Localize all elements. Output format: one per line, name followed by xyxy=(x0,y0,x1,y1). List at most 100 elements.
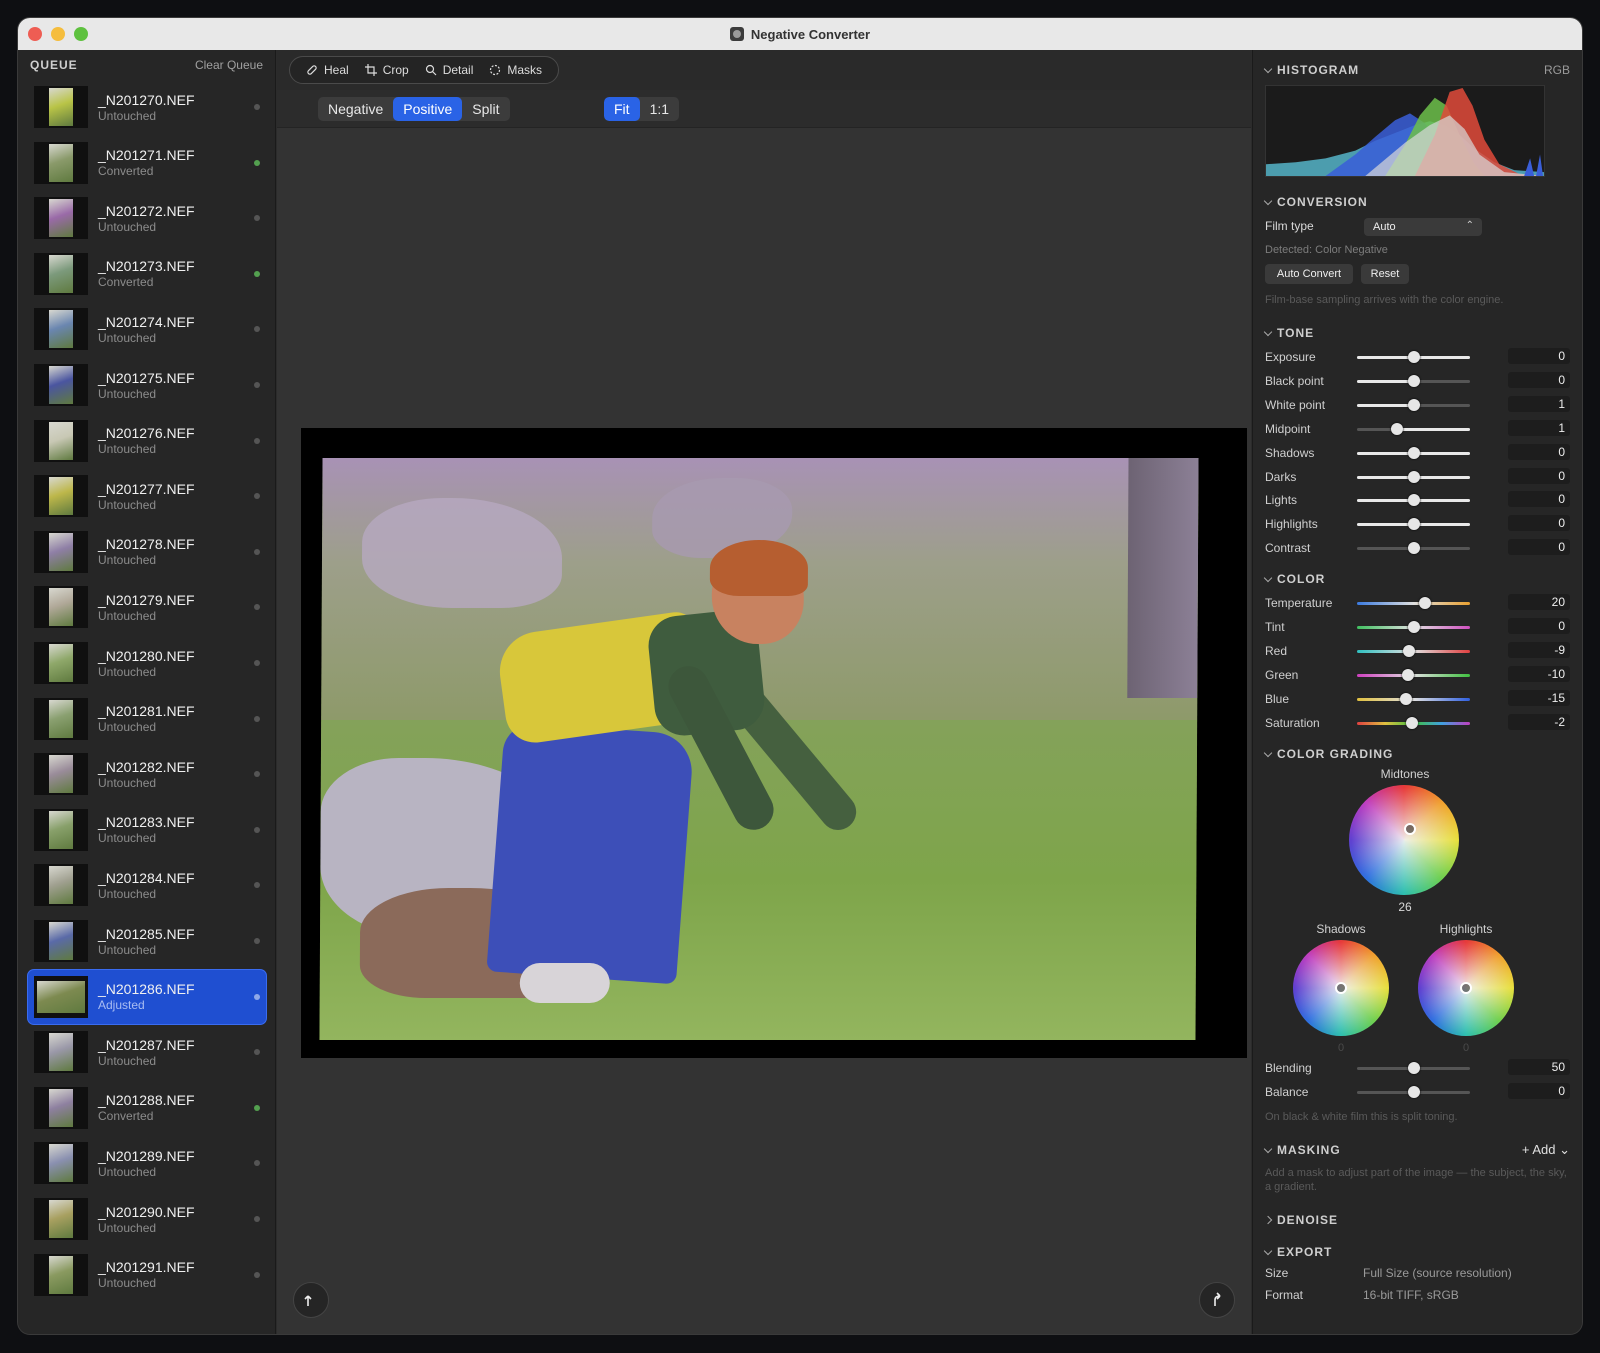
queue-item[interactable]: _N201288.NEF Converted xyxy=(28,1081,266,1135)
queue-item[interactable]: _N201285.NEF Untouched xyxy=(28,914,266,968)
slider-knob[interactable] xyxy=(1407,398,1420,411)
midtones-color-wheel[interactable] xyxy=(1349,785,1459,895)
tone-slider-value[interactable]: 0 xyxy=(1508,348,1570,364)
add-mask-button[interactable]: + Add ⌄ xyxy=(1522,1142,1570,1158)
auto-convert-button[interactable]: Auto Convert xyxy=(1265,264,1353,284)
balance-slider[interactable] xyxy=(1357,1086,1470,1098)
color-slider[interactable] xyxy=(1357,597,1470,609)
tone-slider-value[interactable]: 1 xyxy=(1508,395,1570,412)
one-to-one-zoom-button[interactable]: 1:1 xyxy=(640,97,679,121)
slider-knob[interactable] xyxy=(1402,644,1415,657)
tone-slider[interactable] xyxy=(1357,470,1470,483)
highlights-wheel-knob[interactable] xyxy=(1460,982,1472,994)
shadows-color-wheel[interactable] xyxy=(1293,940,1389,1036)
masks-tool-button[interactable]: Masks xyxy=(481,63,550,77)
histogram-section-header[interactable]: HISTOGRAM RGB xyxy=(1263,62,1570,78)
slider-knob[interactable] xyxy=(1406,716,1419,729)
tone-slider[interactable] xyxy=(1357,398,1470,411)
blending-slider[interactable] xyxy=(1357,1062,1470,1074)
tone-slider[interactable] xyxy=(1357,518,1470,531)
slider-knob[interactable] xyxy=(1407,351,1420,363)
queue-item[interactable]: _N201289.NEF Untouched xyxy=(28,1136,266,1190)
color-section-header[interactable]: COLOR xyxy=(1263,571,1570,587)
midtones-wheel-knob[interactable] xyxy=(1404,823,1416,835)
color-slider[interactable] xyxy=(1357,620,1470,633)
color-slider[interactable] xyxy=(1357,668,1470,681)
detail-tool-button[interactable]: Detail xyxy=(417,63,482,77)
tone-slider[interactable] xyxy=(1357,374,1470,387)
queue-item[interactable]: _N201272.NEF Untouched xyxy=(28,191,266,245)
color-slider-value[interactable]: -9 xyxy=(1508,641,1570,658)
heal-tool-button[interactable]: Heal xyxy=(298,63,357,77)
slider-knob[interactable] xyxy=(1418,597,1431,609)
queue-item[interactable]: _N201281.NEF Untouched xyxy=(28,692,266,746)
export-format-value[interactable]: 16-bit TIFF, sRGB xyxy=(1363,1288,1459,1302)
tone-slider[interactable] xyxy=(1357,446,1470,459)
zoom-window-button[interactable] xyxy=(74,27,88,41)
queue-item[interactable]: _N201284.NEF Untouched xyxy=(28,858,266,912)
tone-slider[interactable] xyxy=(1357,542,1470,555)
denoise-section-header[interactable]: DENOISE xyxy=(1263,1212,1570,1228)
queue-item[interactable]: _N201291.NEF Untouched xyxy=(28,1248,266,1302)
masking-section-header[interactable]: MASKING + Add ⌄ xyxy=(1263,1142,1570,1158)
conversion-section-header[interactable]: CONVERSION xyxy=(1263,194,1570,210)
slider-knob[interactable] xyxy=(1401,668,1414,681)
tone-slider-value[interactable]: 0 xyxy=(1508,467,1570,484)
queue-item[interactable]: _N201278.NEF Untouched xyxy=(28,525,266,579)
shadows-wheel-knob[interactable] xyxy=(1335,982,1347,994)
rotate-left-button[interactable] xyxy=(293,1282,329,1318)
export-section-header[interactable]: EXPORT xyxy=(1263,1244,1570,1260)
slider-knob[interactable] xyxy=(1407,374,1420,387)
color-slider-value[interactable]: -15 xyxy=(1508,689,1570,706)
tone-slider-value[interactable]: 0 xyxy=(1508,515,1570,532)
queue-item[interactable]: _N201287.NEF Untouched xyxy=(28,1025,266,1079)
preview-image[interactable] xyxy=(319,458,1199,1040)
tone-slider[interactable] xyxy=(1357,494,1470,507)
clear-queue-button[interactable]: Clear Queue xyxy=(195,58,263,72)
positive-view-button[interactable]: Positive xyxy=(393,97,463,121)
queue-item[interactable]: _N201290.NEF Untouched xyxy=(28,1192,266,1246)
queue-item[interactable]: _N201286.NEF Adjusted xyxy=(28,969,266,1024)
color-slider[interactable] xyxy=(1357,692,1470,705)
negative-view-button[interactable]: Negative xyxy=(318,97,393,121)
queue-item[interactable]: _N201275.NEF Untouched xyxy=(28,358,266,412)
queue-item[interactable]: _N201276.NEF Untouched xyxy=(28,414,266,468)
slider-knob[interactable] xyxy=(1407,620,1420,633)
minimize-window-button[interactable] xyxy=(51,27,65,41)
color-slider[interactable] xyxy=(1357,644,1470,657)
crop-tool-button[interactable]: Crop xyxy=(357,63,417,77)
queue-item[interactable]: _N201270.NEF Untouched xyxy=(28,80,266,134)
close-window-button[interactable] xyxy=(28,27,42,41)
queue-item[interactable]: _N201283.NEF Untouched xyxy=(28,803,266,857)
slider-knob[interactable] xyxy=(1407,518,1420,531)
blending-value[interactable]: 50 xyxy=(1508,1059,1570,1075)
color-grading-section-header[interactable]: COLOR GRADING xyxy=(1263,746,1570,762)
slider-knob[interactable] xyxy=(1407,470,1420,483)
export-size-value[interactable]: Full Size (source resolution) xyxy=(1363,1266,1512,1280)
histogram-mode[interactable]: RGB xyxy=(1544,63,1570,77)
balance-knob[interactable] xyxy=(1407,1086,1420,1098)
tone-slider-value[interactable]: 0 xyxy=(1508,443,1570,460)
queue-item[interactable]: _N201282.NEF Untouched xyxy=(28,747,266,801)
color-slider-value[interactable]: 0 xyxy=(1508,617,1570,634)
slider-knob[interactable] xyxy=(1407,542,1420,555)
highlights-color-wheel[interactable] xyxy=(1418,940,1514,1036)
reset-button[interactable]: Reset xyxy=(1361,264,1409,284)
tone-slider-value[interactable]: 0 xyxy=(1508,539,1570,556)
color-slider[interactable] xyxy=(1357,716,1470,729)
split-view-button[interactable]: Split xyxy=(462,97,509,121)
rotate-right-button[interactable] xyxy=(1199,1282,1235,1318)
tone-slider-value[interactable]: 1 xyxy=(1508,419,1570,436)
queue-item[interactable]: _N201277.NEF Untouched xyxy=(28,469,266,523)
slider-knob[interactable] xyxy=(1399,692,1412,705)
slider-knob[interactable] xyxy=(1407,494,1420,507)
queue-item[interactable]: _N201273.NEF Converted xyxy=(28,247,266,301)
color-slider-value[interactable]: -10 xyxy=(1508,665,1570,682)
queue-item[interactable]: _N201280.NEF Untouched xyxy=(28,636,266,690)
fit-zoom-button[interactable]: Fit xyxy=(604,97,640,121)
film-type-select[interactable]: Auto xyxy=(1364,217,1482,236)
tone-slider[interactable] xyxy=(1357,351,1470,363)
color-slider-value[interactable]: 20 xyxy=(1508,594,1570,610)
tone-slider-value[interactable]: 0 xyxy=(1508,491,1570,508)
slider-knob[interactable] xyxy=(1390,422,1403,435)
